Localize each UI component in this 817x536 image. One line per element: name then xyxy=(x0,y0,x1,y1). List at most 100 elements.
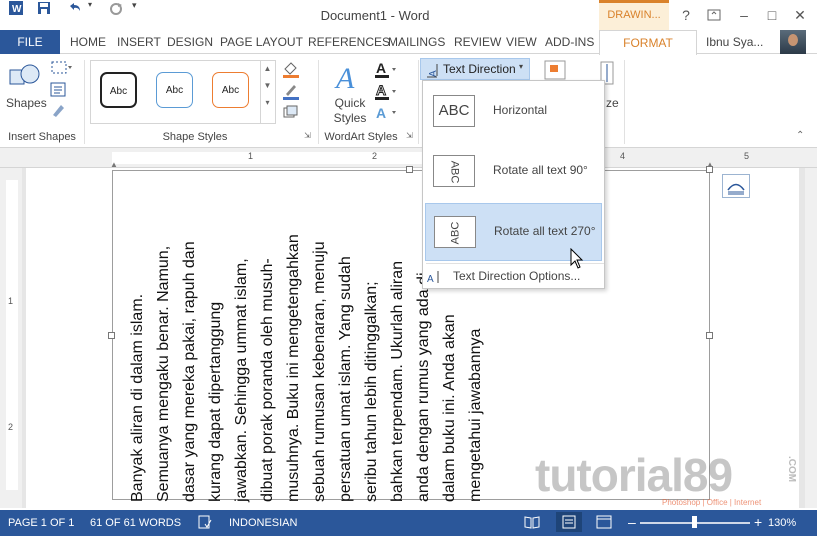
gallery-scroll[interactable]: ▲ ▼ ▾ xyxy=(260,60,274,124)
group-divider xyxy=(418,60,419,144)
quick-styles-button[interactable]: Quick Styles xyxy=(330,96,370,126)
proofing-icon[interactable] xyxy=(198,515,212,532)
text-line: kurang dapat dipertanggung xyxy=(207,301,224,502)
group-divider xyxy=(84,60,85,144)
svg-text:A: A xyxy=(376,82,386,98)
ruler-mark: 2 xyxy=(372,151,378,161)
shape-styles-group-label: Shape Styles xyxy=(162,131,228,143)
tab-add-ins[interactable]: ADD-INS xyxy=(545,30,594,54)
vertical-scrollbar[interactable] xyxy=(805,168,817,508)
size-label: ze xyxy=(606,96,619,110)
zoom-in-button[interactable]: + xyxy=(754,514,762,530)
resize-handle-left[interactable] xyxy=(108,332,115,339)
shape-style-orange[interactable]: Abc xyxy=(212,72,249,108)
svg-text:A: A xyxy=(376,60,386,76)
menu-item-horizontal[interactable]: ABC Horizontal xyxy=(425,83,602,141)
shape-effects-icon[interactable] xyxy=(282,104,300,120)
avatar[interactable] xyxy=(780,30,806,54)
tab-review[interactable]: REVIEW xyxy=(454,30,501,54)
insert-shapes-group-label: Insert Shapes xyxy=(8,131,76,143)
tab-home[interactable]: HOME xyxy=(70,30,106,54)
tab-mailings[interactable]: MAILINGS xyxy=(388,30,445,54)
resize-handle-top-right[interactable] xyxy=(706,166,713,173)
layout-options-icon[interactable] xyxy=(722,174,750,198)
menu-item-label: Horizontal xyxy=(493,103,548,117)
web-layout-icon[interactable] xyxy=(596,515,612,532)
text-direction-options-icon: A xyxy=(427,271,439,285)
ribbon-display-options-icon[interactable] xyxy=(702,6,726,24)
close-button[interactable]: ✕ xyxy=(788,6,812,24)
mouse-pointer-icon xyxy=(570,248,584,269)
rotate-270-icon: ABC xyxy=(434,216,476,248)
minimize-button[interactable]: – xyxy=(732,6,756,24)
rotate-90-icon: ABC xyxy=(433,155,475,187)
help-button[interactable]: ? xyxy=(674,6,698,24)
undo-icon[interactable] xyxy=(66,0,82,19)
redo-icon[interactable] xyxy=(108,0,124,19)
tab-insert[interactable]: INSERT xyxy=(117,30,161,54)
tab-view[interactable]: VIEW xyxy=(506,30,537,54)
wordart-quick-styles-icon[interactable]: A xyxy=(334,60,366,95)
print-layout-icon[interactable] xyxy=(556,512,582,532)
text-line: seribu tahun lebih ditinggalkan; xyxy=(363,281,380,502)
shape-style-black[interactable]: Abc xyxy=(100,72,137,108)
shape-fill-icon[interactable] xyxy=(282,60,300,78)
resize-handle-right[interactable] xyxy=(706,332,713,339)
customize-qat-icon[interactable]: ▾ xyxy=(132,0,137,11)
collapse-ribbon-icon[interactable]: ⌃ xyxy=(796,130,808,142)
svg-text:A: A xyxy=(334,62,355,92)
wordart-styles-group-label: WordArt Styles xyxy=(324,131,398,143)
page-count[interactable]: PAGE 1 OF 1 xyxy=(8,517,74,529)
text-line: sebuah rumusan kebenaran, menuju xyxy=(311,241,328,502)
word-logo-icon[interactable]: W xyxy=(8,0,24,19)
vruler-mark: 2 xyxy=(8,422,14,432)
edit-shape-icon[interactable] xyxy=(50,60,74,76)
language[interactable]: INDONESIAN xyxy=(229,517,297,529)
restore-button[interactable]: □ xyxy=(760,6,784,24)
wordart-launcher-icon[interactable]: ⇲ xyxy=(406,131,416,141)
text-box-icon[interactable] xyxy=(50,82,68,98)
read-mode-icon[interactable] xyxy=(524,515,540,532)
shapes-gallery-icon[interactable] xyxy=(8,60,42,92)
text-effects-icon[interactable]: A xyxy=(374,104,398,122)
zoom-level[interactable]: 130% xyxy=(768,517,796,529)
shape-style-blue[interactable]: Abc xyxy=(156,72,193,108)
svg-text:A: A xyxy=(427,274,434,285)
svg-text:W: W xyxy=(12,4,22,15)
text-direction-button[interactable]: A Text Direction ▾ xyxy=(420,58,530,80)
text-line: persatuan umat islam. Yang sudah xyxy=(337,256,354,502)
text-outline-icon[interactable]: A xyxy=(374,82,398,102)
user-name[interactable]: Ibnu Sya... xyxy=(706,30,763,54)
word-count[interactable]: 61 OF 61 WORDS xyxy=(90,517,181,529)
left-indent-marker[interactable]: ▲ xyxy=(110,160,118,169)
save-icon[interactable] xyxy=(36,0,52,19)
tab-file[interactable]: FILE xyxy=(0,30,60,54)
tab-page-layout[interactable]: PAGE LAYOUT xyxy=(220,30,303,54)
word-window: W ▾ ▾ Document1 - Word DRAWIN... ? – □ ✕… xyxy=(0,0,817,536)
text-direction-label: Text Direction xyxy=(443,62,516,76)
menu-item-rotate-90[interactable]: ABC Rotate all text 90° xyxy=(425,143,602,201)
ruler-mark: 4 xyxy=(620,151,626,161)
position-icon[interactable] xyxy=(544,60,566,80)
vruler-mark: 1 xyxy=(8,296,14,306)
zoom-slider-thumb[interactable] xyxy=(692,516,697,528)
shape-styles-launcher-icon[interactable]: ⇲ xyxy=(304,131,314,141)
drawing-tools-header: DRAWIN... xyxy=(599,0,669,30)
undo-dropdown-icon[interactable]: ▾ xyxy=(88,0,92,9)
shape-outline-icon[interactable] xyxy=(282,82,300,100)
draw-text-box-icon[interactable] xyxy=(50,102,68,118)
shapes-button[interactable]: Shapes xyxy=(6,96,47,110)
tab-references[interactable]: REFERENCES xyxy=(308,30,390,54)
zoom-out-button[interactable]: – xyxy=(628,514,636,530)
tab-format[interactable]: FORMAT xyxy=(599,30,697,55)
watermark-logo: tutorial89 xyxy=(535,449,733,501)
tab-design[interactable]: DESIGN xyxy=(167,30,213,54)
chevron-down-icon: ▾ xyxy=(519,62,524,71)
text-line: Semuanya mengaku benar. Namun, xyxy=(155,245,172,502)
svg-text:A: A xyxy=(376,105,386,121)
text-line: dasar yang mereka pakai, rapuh dan xyxy=(181,241,198,502)
watermark-subtitle: Photoshop | Office | Internet xyxy=(662,498,762,507)
text-line: musuhnya. Buku ini mengetengahkan xyxy=(285,234,302,502)
text-fill-icon[interactable]: A xyxy=(374,60,398,80)
text-direction-options-label: Text Direction Options... xyxy=(453,269,581,283)
